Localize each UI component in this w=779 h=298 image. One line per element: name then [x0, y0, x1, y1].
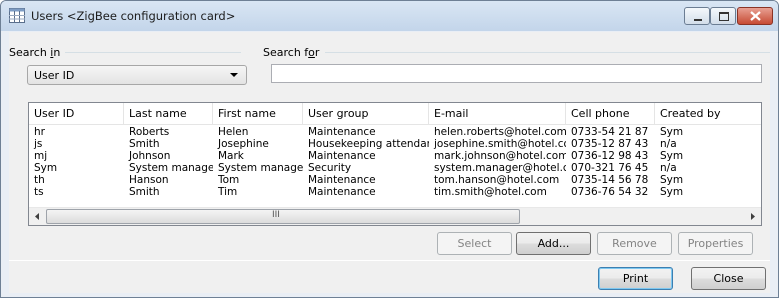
- column-header[interactable]: Cell phone: [566, 103, 655, 125]
- users-window: Users <ZigBee configuration card> Search…: [0, 0, 779, 298]
- cell-first-name: Josephine: [218, 138, 269, 150]
- search-in-selected: User ID: [34, 69, 75, 82]
- cell-last-name: Smith: [129, 186, 160, 198]
- table-row[interactable]: mj Johnson Mark Maintenance mark.johnson…: [29, 150, 761, 162]
- column-header[interactable]: User group: [303, 103, 429, 125]
- close-button[interactable]: Close: [691, 267, 766, 290]
- cell-user-id: ts: [34, 186, 44, 198]
- cell-first-name: Mark: [218, 150, 244, 162]
- cell-cell-phone: 0733-54 21 87: [571, 126, 649, 138]
- chevron-down-icon: [230, 73, 238, 77]
- cell-user-group: Maintenance: [308, 126, 376, 138]
- cell-first-name: Helen: [218, 126, 249, 138]
- users-list[interactable]: User ID Last name First name User group …: [28, 102, 762, 226]
- maximize-icon: [719, 12, 729, 21]
- cell-cell-phone: 0736-12 98 43: [571, 150, 649, 162]
- table-row[interactable]: js Smith Josephine Housekeeping attendan…: [29, 138, 761, 150]
- cell-user-id: th: [34, 174, 45, 186]
- list-header: User ID Last name First name User group …: [29, 103, 761, 125]
- add-button[interactable]: Add...: [516, 232, 591, 255]
- scroll-right-icon[interactable]: [744, 208, 761, 225]
- column-header[interactable]: First name: [213, 103, 303, 125]
- cell-email: mark.johnson@hotel.com: [434, 150, 566, 162]
- cell-created-by: Sym: [660, 174, 684, 186]
- cell-email: josephine.smith@hotel.com: [434, 138, 566, 150]
- cell-user-group: Maintenance: [308, 174, 376, 186]
- cell-user-group: Security: [308, 162, 352, 174]
- cell-user-id: Sym: [34, 162, 58, 174]
- cell-user-id: js: [34, 138, 43, 150]
- properties-button[interactable]: Properties: [678, 232, 753, 255]
- cell-email: helen.roberts@hotel.com: [434, 126, 566, 138]
- search-for-label: Search for: [263, 46, 324, 59]
- cell-email: tom.hanson@hotel.com: [434, 174, 560, 186]
- search-in-label: Search in: [9, 46, 65, 59]
- cell-cell-phone: 0735-12 87 43: [571, 138, 649, 150]
- cell-user-group: Maintenance: [308, 186, 376, 198]
- minimize-button[interactable]: [684, 7, 710, 25]
- remove-button[interactable]: Remove: [597, 232, 672, 255]
- cell-last-name: Smith: [129, 138, 160, 150]
- horizontal-scrollbar[interactable]: III: [29, 207, 761, 225]
- minimize-icon: [694, 19, 702, 21]
- column-header[interactable]: Created by: [655, 103, 761, 125]
- scrollbar-grip: III: [272, 210, 280, 220]
- table-row[interactable]: ts Smith Tim Maintenance tim.smith@hotel…: [29, 186, 761, 198]
- print-button[interactable]: Print: [598, 267, 673, 290]
- cell-user-id: hr: [34, 126, 45, 138]
- title-bar[interactable]: Users <ZigBee configuration card>: [1, 1, 778, 31]
- cell-created-by: Sym: [660, 186, 684, 198]
- search-for-divider: [325, 52, 770, 53]
- cell-created-by: n/a: [660, 162, 677, 174]
- cell-last-name: Roberts: [129, 126, 170, 138]
- cell-first-name: System manager: [218, 162, 303, 174]
- cell-user-group: Maintenance: [308, 150, 376, 162]
- cell-last-name: Johnson: [129, 150, 171, 162]
- column-header[interactable]: E-mail: [429, 103, 566, 125]
- dialog-client-area: Search in User ID Search for User ID Las…: [9, 32, 770, 293]
- scroll-left-icon[interactable]: [29, 208, 46, 225]
- cell-email: tim.smith@hotel.com: [434, 186, 547, 198]
- cell-first-name: Tom: [218, 174, 240, 186]
- column-header[interactable]: User ID: [29, 103, 124, 125]
- cell-first-name: Tim: [218, 186, 238, 198]
- cell-created-by: Sym: [660, 126, 684, 138]
- footer-divider: [9, 260, 770, 261]
- cell-cell-phone: 070-321 76 45: [571, 162, 649, 174]
- maximize-button[interactable]: [710, 7, 736, 25]
- table-row[interactable]: Sym System manager System manager Securi…: [29, 162, 761, 174]
- cell-last-name: Hanson: [129, 174, 169, 186]
- window-title: Users <ZigBee configuration card>: [31, 9, 236, 23]
- cell-last-name: System manager: [129, 162, 213, 174]
- table-icon: [9, 8, 25, 23]
- column-header[interactable]: Last name: [124, 103, 213, 125]
- select-button[interactable]: Select: [437, 232, 512, 255]
- cell-email: system.manager@hotel.com: [434, 162, 566, 174]
- search-for-input[interactable]: [271, 64, 762, 83]
- cell-created-by: n/a: [660, 138, 677, 150]
- table-row[interactable]: th Hanson Tom Maintenance tom.hanson@hot…: [29, 174, 761, 186]
- close-window-button[interactable]: [737, 7, 773, 25]
- cell-cell-phone: 0735-14 56 78: [571, 174, 649, 186]
- cell-created-by: Sym: [660, 150, 684, 162]
- cell-user-id: mj: [34, 150, 48, 162]
- table-row[interactable]: hr Roberts Helen Maintenance helen.rober…: [29, 126, 761, 138]
- cell-user-group: Housekeeping attendants: [308, 138, 429, 150]
- search-in-dropdown[interactable]: User ID: [27, 65, 247, 85]
- search-in-divider: [65, 52, 241, 53]
- cell-cell-phone: 0736-76 54 32: [571, 186, 649, 198]
- scrollbar-thumb[interactable]: III: [46, 209, 520, 224]
- close-icon: [750, 11, 761, 21]
